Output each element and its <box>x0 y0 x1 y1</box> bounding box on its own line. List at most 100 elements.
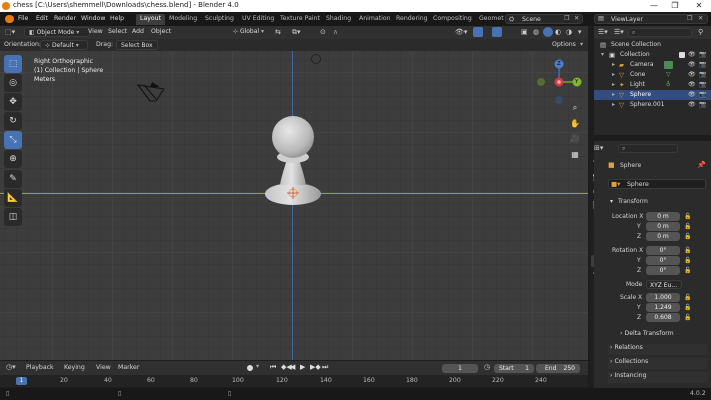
options-menu[interactable]: Options <box>552 41 576 48</box>
eye-icon[interactable]: 👁 <box>688 91 696 98</box>
ortho-grid-icon[interactable]: ▦ <box>568 147 582 161</box>
menu-timeline-view[interactable]: View <box>96 364 111 371</box>
orientation-dropdown[interactable]: ⊹ Default ▾ <box>40 40 88 50</box>
menu-select[interactable]: Select <box>108 28 127 35</box>
next-keyframe-icon[interactable]: ▶◆ <box>310 363 321 371</box>
rotation-mode-dropdown[interactable]: XYZ Eu... <box>646 280 682 289</box>
shading-options-icon[interactable]: ▾ <box>578 28 582 36</box>
start-frame-field[interactable]: Start 1 <box>494 364 534 373</box>
lock-icon[interactable]: 🔓 <box>684 294 691 301</box>
camera-object[interactable] <box>136 79 168 105</box>
relations-panel[interactable]: › Relations <box>608 344 708 355</box>
delete-scene-icon[interactable]: ✕ <box>574 15 579 22</box>
copy-scene-icon[interactable]: ❐ <box>564 15 570 22</box>
timeline-editor-icon[interactable]: ◷▾ <box>6 363 16 371</box>
measure-icon[interactable]: 📐 <box>4 189 22 207</box>
move-icon[interactable]: ✥ <box>4 93 22 111</box>
proportional-editing-icon[interactable]: ⊙ <box>320 28 326 36</box>
tab-shading[interactable]: Shading <box>322 14 355 25</box>
render-camera-icon[interactable]: 📷 <box>699 91 706 98</box>
cursor-icon[interactable]: ◎ <box>4 74 22 92</box>
location-z-field[interactable]: 0 m <box>646 232 680 241</box>
menu-file[interactable]: File <box>18 15 28 22</box>
tab-layout[interactable]: Layout <box>136 14 166 25</box>
lock-icon[interactable]: 🔓 <box>684 314 691 321</box>
tab-sculpting[interactable]: Sculpting <box>201 14 238 25</box>
timeline-ruler[interactable]: 1 20 40 60 80 100 120 140 160 180 200 22… <box>0 375 588 387</box>
lock-icon[interactable]: 🔓 <box>684 304 691 311</box>
menu-marker[interactable]: Marker <box>118 364 139 371</box>
list-item-selected[interactable]: ▸ ▽ Sphere 👁 📷 <box>594 90 711 100</box>
rotation-z-field[interactable]: 0° <box>646 266 680 275</box>
chevron-right-icon[interactable]: ▸ <box>612 61 615 68</box>
current-frame-field[interactable]: 1 <box>442 364 478 373</box>
list-item[interactable]: ▸ ▽ Sphere.001 👁 📷 <box>594 100 711 110</box>
display-mode-icon[interactable]: ☰▾ <box>614 28 624 36</box>
delta-transform-panel[interactable]: › Delta Transform <box>608 330 708 341</box>
location-y-field[interactable]: 0 m <box>646 222 680 231</box>
list-item[interactable]: ▾ ▣ Collection 👁 📷 <box>594 50 711 60</box>
drag-dropdown[interactable]: Select Box <box>116 40 158 50</box>
rotate-icon[interactable]: ↻ <box>4 112 22 130</box>
falloff-icon[interactable]: ∧ <box>333 28 338 36</box>
menu-playback[interactable]: Playback <box>26 364 54 371</box>
menu-help[interactable]: Help <box>110 15 124 22</box>
close-button[interactable]: ✕ <box>689 0 709 12</box>
current-frame-marker[interactable]: 1 <box>16 377 27 385</box>
chevron-down-icon[interactable]: ▾ <box>610 198 613 205</box>
render-camera-icon[interactable]: 📷 <box>699 101 706 108</box>
tab-modeling[interactable]: Modeling <box>165 14 201 25</box>
tab-texture-paint[interactable]: Texture Paint <box>276 14 324 25</box>
3d-viewport[interactable]: Right Orthographic (1) Collection | Sphe… <box>0 51 588 360</box>
light-object[interactable] <box>311 54 321 64</box>
lock-icon[interactable]: 🔓 <box>684 247 691 254</box>
lock-icon[interactable]: 🔓 <box>684 257 691 264</box>
outliner-editor-icon[interactable]: ☰▾ <box>598 28 608 36</box>
scale-x-field[interactable]: 1.000 <box>646 293 680 302</box>
scale-icon[interactable]: ⤡ <box>4 131 22 149</box>
copy-view-layer-icon[interactable]: ❐ <box>687 15 693 22</box>
delete-view-layer-icon[interactable]: ✕ <box>698 15 703 22</box>
tab-uv-editing[interactable]: UV Editing <box>238 14 278 25</box>
zoom-icon[interactable]: ⌕ <box>568 101 582 115</box>
menu-keying[interactable]: Keying <box>64 364 85 371</box>
wireframe-shading-icon[interactable]: ◍ <box>533 28 539 36</box>
minimize-button[interactable]: — <box>644 0 664 12</box>
jump-end-icon[interactable]: ⏭ <box>322 363 328 372</box>
render-camera-icon[interactable]: 📷 <box>699 81 706 88</box>
blender-menu-icon[interactable] <box>5 15 14 23</box>
lock-icon[interactable]: 🔓 <box>684 233 691 240</box>
mode-dropdown[interactable]: ◧ Object Mode ▾ <box>24 27 90 37</box>
preview-range-icon[interactable]: ◷ <box>484 363 490 371</box>
tab-animation[interactable]: Animation <box>355 14 395 25</box>
annotate-icon[interactable]: ✎ <box>4 170 22 188</box>
list-item[interactable]: ▸ ✦ Light ♁ 👁 📷 <box>594 80 711 90</box>
transform-icon[interactable]: ⊕ <box>4 150 22 168</box>
chevron-right-icon[interactable]: ▸ <box>612 101 615 108</box>
rotation-y-field[interactable]: 0° <box>646 256 680 265</box>
menu-edit[interactable]: Edit <box>36 15 48 22</box>
eye-icon[interactable]: 👁 <box>688 61 696 68</box>
eye-icon[interactable]: 👁 <box>688 81 696 88</box>
tab-geometry-nodes[interactable]: Geomet <box>475 14 508 25</box>
eye-icon[interactable]: 👁 <box>688 51 696 58</box>
scene-selector[interactable]: ⛭ Scene ❐ ✕ <box>505 14 583 24</box>
properties-editor-icon[interactable]: ⊞▾ <box>594 144 603 152</box>
record-icon[interactable] <box>247 365 253 371</box>
pin-icon[interactable]: 📌 <box>697 161 706 169</box>
object-name-field[interactable]: ■▾ Sphere <box>608 179 706 189</box>
rendered-shading-icon[interactable]: ◑ <box>566 28 572 36</box>
properties-search-input[interactable]: ⌕ <box>618 144 678 153</box>
location-x-field[interactable]: 0 m <box>646 212 680 221</box>
pivot-icon[interactable]: ⇆ <box>275 28 281 36</box>
scale-y-field[interactable]: 1.249 <box>646 303 680 312</box>
scale-z-field[interactable]: 0.608 <box>646 313 680 322</box>
tab-rendering[interactable]: Rendering <box>392 14 432 25</box>
chevron-right-icon[interactable]: ▸ <box>612 91 615 98</box>
filter-icon[interactable]: ⚲ <box>698 28 703 36</box>
lock-icon[interactable]: 🔓 <box>684 267 691 274</box>
overlay-toggle-icon[interactable] <box>492 27 502 37</box>
checkbox-icon[interactable] <box>679 52 685 58</box>
select-box-icon[interactable]: ⬚ <box>4 55 22 73</box>
transform-orientation-dropdown[interactable]: ⊹ Global ▾ <box>229 27 273 37</box>
